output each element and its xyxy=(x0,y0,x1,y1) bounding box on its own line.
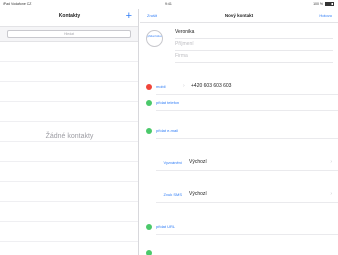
list-item xyxy=(0,242,138,255)
plus-circle-icon[interactable] xyxy=(146,128,152,134)
ringtone-label: Vyzvánění xyxy=(163,160,182,165)
contacts-list xyxy=(0,42,138,255)
plus-circle-icon[interactable] xyxy=(146,100,152,106)
add-url-row[interactable]: přidat URL xyxy=(140,219,338,235)
plus-circle-icon[interactable] xyxy=(146,250,152,255)
next-row-partial xyxy=(140,245,338,255)
add-email-row[interactable]: přidat e-mail xyxy=(140,123,338,139)
battery-indicator: 100 % xyxy=(313,2,334,7)
list-item xyxy=(0,42,138,62)
sms-tone-row[interactable]: Zvuk SMS Výchozí › xyxy=(140,187,338,203)
list-item xyxy=(0,142,138,162)
list-item xyxy=(0,182,138,202)
last-name-field[interactable]: Příjmení xyxy=(175,41,333,51)
add-phone-row[interactable]: přidat telefon xyxy=(140,95,338,111)
row-divider xyxy=(156,110,338,111)
new-contact-title: Nový kontakt xyxy=(224,13,254,18)
add-url-label[interactable]: přidat URL xyxy=(156,224,175,229)
battery-percentage: 100 % xyxy=(313,2,324,6)
minus-circle-icon[interactable] xyxy=(146,84,152,90)
chevron-right-icon: › xyxy=(330,159,332,165)
list-item xyxy=(0,202,138,222)
contacts-list-pane: Kontakty + Hledat Žádné kontakty xyxy=(0,9,139,255)
ringtone-value: Výchozí xyxy=(189,159,207,165)
first-name-field[interactable]: Veronika xyxy=(175,29,333,39)
new-contact-pane: Zrušit Nový kontakt Hotovo přidat fotku … xyxy=(140,9,338,255)
ringtone-row[interactable]: Vyzvánění Výchozí › xyxy=(140,155,338,171)
company-field[interactable]: Firma xyxy=(175,53,333,63)
carrier-label: iPad Vodafone CZ xyxy=(3,2,32,6)
search-bar: Hledat xyxy=(0,27,138,42)
row-divider xyxy=(156,138,338,139)
add-photo-button[interactable]: přidat fotku xyxy=(146,30,163,47)
add-phone-label[interactable]: přidat telefon xyxy=(156,100,179,105)
empty-contacts-label: Žádné kontakty xyxy=(45,133,94,140)
status-bar: iPad Vodafone CZ 9:41 100 % xyxy=(0,0,338,9)
status-time: 9:41 xyxy=(165,2,172,6)
search-input[interactable]: Hledat xyxy=(7,30,131,38)
contacts-nav-bar: Kontakty + xyxy=(0,9,138,27)
list-item xyxy=(0,102,138,122)
phone-field[interactable]: +420 603 603 603 xyxy=(191,83,231,89)
list-item xyxy=(0,222,138,242)
contacts-title: Kontakty xyxy=(58,13,81,19)
row-divider xyxy=(156,234,338,235)
add-email-label[interactable]: přidat e-mail xyxy=(156,128,178,133)
phone-label[interactable]: mobil xyxy=(156,84,166,89)
row-divider xyxy=(156,170,338,171)
plus-circle-icon[interactable] xyxy=(146,224,152,230)
done-button[interactable]: Hotovo xyxy=(319,13,332,18)
sms-tone-value: Výchozí xyxy=(189,191,207,197)
chevron-right-icon: › xyxy=(183,83,185,89)
chevron-right-icon: › xyxy=(330,191,332,197)
list-item xyxy=(0,82,138,102)
add-contact-button[interactable]: + xyxy=(126,10,132,22)
sms-tone-label: Zvuk SMS xyxy=(163,192,182,197)
list-item xyxy=(0,162,138,182)
list-item xyxy=(0,62,138,82)
row-divider xyxy=(156,202,338,203)
phone-row: mobil › +420 603 603 603 xyxy=(140,79,338,95)
new-contact-nav-bar: Zrušit Nový kontakt Hotovo xyxy=(140,9,338,23)
battery-icon xyxy=(325,2,334,7)
